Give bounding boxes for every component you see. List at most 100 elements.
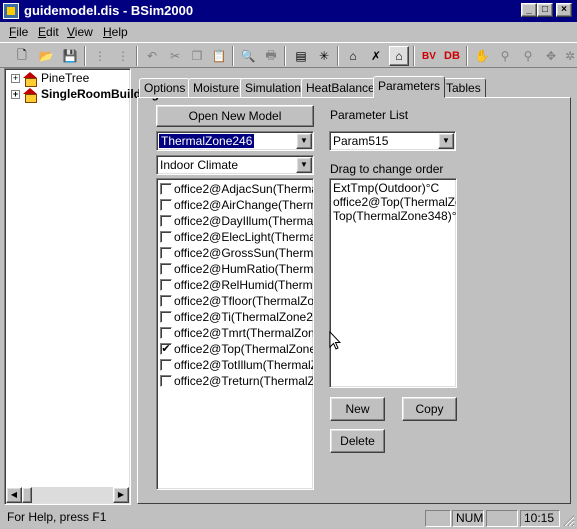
zoom-out-icon[interactable]: ⚲ <box>518 46 538 66</box>
checkbox[interactable] <box>160 295 172 307</box>
open-folder-icon[interactable]: 📂 <box>36 46 56 66</box>
checkbox[interactable] <box>160 231 172 243</box>
building-icon[interactable]: ⌂ <box>343 46 363 66</box>
close-button[interactable]: × <box>556 3 572 17</box>
checkbox[interactable] <box>160 183 172 195</box>
save-icon[interactable]: 💾 <box>60 46 80 66</box>
list-item[interactable]: office2@RelHumid(ThermalZone246) <box>160 277 313 293</box>
parameter-combo[interactable]: Param515 ▼ <box>329 131 456 151</box>
list-item[interactable]: Top(ThermalZone348)°C <box>333 209 456 223</box>
checkbox[interactable] <box>160 247 172 259</box>
new-button[interactable]: New <box>330 397 385 421</box>
db-icon[interactable]: DB <box>442 46 462 66</box>
list-item[interactable]: office2@Tmrt(ThermalZone246) <box>160 325 313 341</box>
scroll-thumb[interactable] <box>22 487 32 503</box>
list-item-label: office2@HumRatio(ThermalZone246) <box>174 262 314 276</box>
checkbox[interactable] <box>160 279 172 291</box>
checkbox[interactable] <box>160 375 172 387</box>
status-help-text: For Help, press F1 <box>7 510 107 524</box>
list-item[interactable]: ExtTmp(Outdoor)°C <box>333 181 439 195</box>
checkbox[interactable] <box>160 215 172 227</box>
toolbar: 🗋 📂 💾 ⋮ ⋮ ↶ ✂ ❐ 📋 🔍 🖶 ▤ ✳ ⌂ ✗ ⌂ BV DB ✋ … <box>0 42 577 68</box>
list-item[interactable]: office2@DayIllum(ThermalZone246) <box>160 213 313 229</box>
list-item[interactable]: office2@GrossSun(ThermalZone246) <box>160 245 314 261</box>
checkbox[interactable] <box>160 199 172 211</box>
tree-item-label: PineTree <box>41 71 90 85</box>
scroll-right-icon[interactable]: ▶ <box>113 487 129 503</box>
print-preview-icon[interactable]: 🔍 <box>238 46 258 66</box>
cut-icon[interactable]: ✂ <box>165 46 185 66</box>
minimize-button[interactable]: _ <box>521 3 537 17</box>
status-pane-caps <box>425 510 451 527</box>
zoom-icon[interactable]: ⚲ <box>495 46 515 66</box>
list-item[interactable]: office2@ElecLight(ThermalZone246) <box>160 229 314 245</box>
variable-checklist[interactable]: office2@AdjacSun(ThermalZone246) office2… <box>156 178 314 490</box>
list-item[interactable]: office2@HumRatio(ThermalZone246) <box>160 261 314 277</box>
hand-icon[interactable]: ✋ <box>472 46 492 66</box>
chevron-down-icon[interactable]: ▼ <box>438 133 454 149</box>
list-item[interactable]: office2@AdjacSun(ThermalZone246) <box>160 181 313 197</box>
chevron-down-icon[interactable]: ▼ <box>296 133 312 149</box>
checkbox[interactable] <box>160 311 172 323</box>
list-item-label: office2@Ti(ThermalZone246)°C <box>174 310 313 324</box>
list-item[interactable]: ✔office2@Top(ThermalZone246) <box>160 341 313 357</box>
building-delete-icon[interactable]: ✗ <box>366 46 386 66</box>
checkbox[interactable] <box>160 359 172 371</box>
bv-icon[interactable]: BV <box>419 46 439 66</box>
checkbox[interactable] <box>160 327 172 339</box>
undo-icon[interactable]: ↶ <box>142 46 162 66</box>
model-tree[interactable]: + PineTree + SingleRoomBuilding ◀ ▶ <box>4 68 159 505</box>
new-file-icon[interactable]: 🗋 <box>12 46 32 66</box>
open-new-model-button[interactable]: Open New Model <box>156 105 314 127</box>
building-active-icon[interactable]: ⌂ <box>389 46 409 66</box>
app-icon[interactable] <box>3 3 19 19</box>
tab-moisture[interactable]: Moisture <box>188 78 245 98</box>
copy-icon[interactable]: ❐ <box>187 46 207 66</box>
list-item-label: office2@GrossSun(ThermalZone246) <box>174 246 314 260</box>
checkbox[interactable] <box>160 263 172 275</box>
list-item-label: office2@ElecLight(ThermalZone246) <box>174 230 314 244</box>
resize-grip-icon[interactable] <box>561 513 575 527</box>
print-icon[interactable]: 🖶 <box>261 46 281 66</box>
status-time: 10:15 <box>520 510 560 527</box>
rotate-icon[interactable]: ✲ <box>560 46 577 66</box>
tree-horizontal-scrollbar[interactable]: ◀ ▶ <box>6 487 129 503</box>
category-combo[interactable]: Indoor Climate ▼ <box>156 155 314 175</box>
chevron-down-icon[interactable]: ▼ <box>296 157 312 173</box>
checkbox-checked[interactable]: ✔ <box>160 343 172 355</box>
paste-icon[interactable]: 📋 <box>209 46 229 66</box>
document-icon[interactable]: ▤ <box>291 46 311 66</box>
tree-expand-icon[interactable]: ⋮ <box>90 46 110 66</box>
menu-edit[interactable]: Edit <box>38 25 59 39</box>
tree-collapse-icon[interactable]: ⋮ <box>113 46 133 66</box>
tab-options[interactable]: Options <box>139 78 191 98</box>
scroll-left-icon[interactable]: ◀ <box>6 487 22 503</box>
tab-parameters[interactable]: Parameters <box>373 76 446 98</box>
list-item[interactable]: office2@Top(ThermalZone246) <box>333 195 456 209</box>
copy-button[interactable]: Copy <box>402 397 457 421</box>
list-item[interactable]: office2@TotIllum(ThermalZone246) <box>160 357 313 373</box>
expand-icon[interactable]: + <box>11 73 20 83</box>
expand-icon[interactable]: + <box>11 89 20 99</box>
move-icon[interactable]: ✥ <box>541 46 561 66</box>
status-pane-scrl <box>486 510 518 527</box>
maximize-button[interactable]: □ <box>537 3 553 17</box>
menu-help[interactable]: Help <box>103 25 128 39</box>
sun-icon[interactable]: ✳ <box>314 46 334 66</box>
tab-simulation[interactable]: Simulation <box>240 78 307 98</box>
list-item[interactable]: office2@Tfloor(ThermalZone246) <box>160 293 314 309</box>
list-item[interactable]: office2@Treturn(ThermalZone246) <box>160 373 313 389</box>
list-item-label: office2@Tfloor(ThermalZone246) <box>174 294 314 308</box>
zone-combo[interactable]: ThermalZone246 ▼ <box>156 131 314 151</box>
tree-item[interactable]: + PineTree <box>11 70 90 87</box>
delete-button[interactable]: Delete <box>330 429 385 453</box>
tab-heatbalance[interactable]: HeatBalance <box>301 78 380 98</box>
list-item[interactable]: office2@Ti(ThermalZone246)°C <box>160 309 313 325</box>
order-label: Drag to change order <box>330 162 444 176</box>
parameter-order-list[interactable]: ExtTmp(Outdoor)°C office2@Top(ThermalZon… <box>329 178 457 388</box>
tab-tables[interactable]: Tables <box>441 78 486 98</box>
list-item[interactable]: office2@AirChange(ThermalZone246) <box>160 197 313 213</box>
menu-file[interactable]: File <box>9 25 28 39</box>
menu-view[interactable]: View <box>67 25 93 39</box>
parameter-list-label: Parameter List <box>330 108 409 122</box>
